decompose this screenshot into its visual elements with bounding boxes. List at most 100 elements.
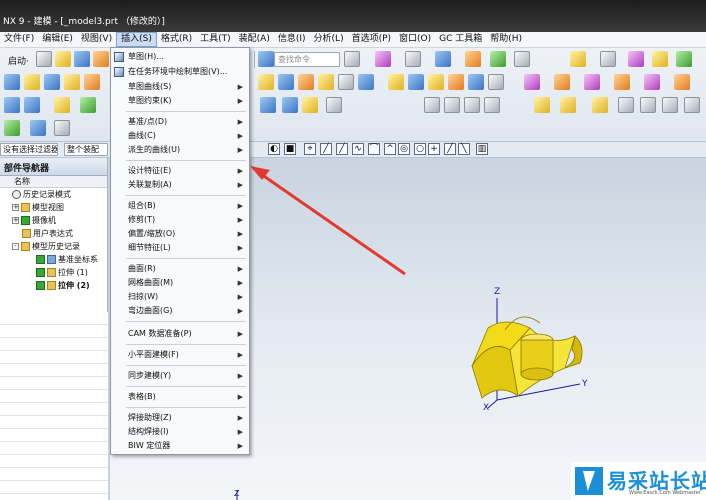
menu-edit[interactable]: 编辑(E) [38,32,77,47]
arc-icon[interactable] [640,97,656,113]
menu-item-facet-modeling[interactable]: 小平面建模(F) ▶ [111,348,249,362]
check-icon[interactable] [36,255,45,264]
extrude-icon[interactable] [24,74,40,90]
polyline-icon[interactable] [684,97,700,113]
snap-mid-icon[interactable]: ╱ [320,143,332,155]
nav-item-cameras[interactable]: + 摄像机 [0,214,107,227]
edge-blend-icon[interactable] [318,74,334,90]
datum-plane-icon[interactable] [4,97,20,113]
orient-icon[interactable] [600,51,616,67]
cut-icon[interactable] [93,51,109,67]
menu-item-detail-feature[interactable]: 细节特征(L) ▶ [111,241,249,255]
sweep-icon[interactable] [554,74,570,90]
coil-icon[interactable] [592,97,608,113]
table-feature-icon[interactable] [30,120,46,136]
snap-quadrant-icon[interactable]: ^ [384,143,396,155]
menu-tools[interactable]: 工具(T) [196,32,235,47]
menu-file[interactable]: 文件(F) [0,32,38,47]
sketch-icon[interactable] [4,74,20,90]
trim-body-icon[interactable] [448,74,464,90]
triangle-icon[interactable] [424,97,440,113]
expand-icon[interactable]: + [12,217,19,224]
nav-item-extrude-1[interactable]: 拉伸 (1) [0,266,107,279]
menu-help[interactable]: 帮助(H) [486,32,526,47]
check-geometry-icon[interactable] [676,51,692,67]
menu-item-sketch-constraint[interactable]: 草图约束(K) ▶ [111,94,249,108]
cube-icon[interactable]: ■ [284,143,296,155]
analysis-icon[interactable] [652,51,668,67]
snap-tangent-icon[interactable]: ╱ [444,143,456,155]
table-icon[interactable] [444,97,460,113]
menu-item-mesh-surface[interactable]: 网格曲面(M) ▶ [111,276,249,290]
nav-item-history-mode[interactable]: 历史记录模式 [0,188,107,201]
menu-item-synchronous-modeling[interactable]: 同步建模(Y) ▶ [111,369,249,383]
nav-item-user-expressions[interactable]: 用户表达式 [0,227,107,240]
mesh-surface-icon[interactable] [584,74,600,90]
joint-icon[interactable] [560,97,576,113]
menu-item-datum-point[interactable]: 基准/点(D) ▶ [111,115,249,129]
menu-item-design-feature[interactable]: 设计特征(E) ▶ [111,164,249,178]
render-icon[interactable]: ◐ [268,143,280,155]
selection-scope-select[interactable]: 整个装配 [64,143,108,156]
menu-item-associative-copy[interactable]: 关联复制(A) ▶ [111,178,249,192]
collapse-icon[interactable]: - [12,243,19,250]
snap-line-icon[interactable]: ╱ [336,143,348,155]
weld-icon[interactable] [534,97,550,113]
menu-item-combine[interactable]: 组合(B) ▶ [111,199,249,213]
draft-icon[interactable] [388,74,404,90]
spline-icon[interactable] [484,97,500,113]
menu-item-biw-locator[interactable]: BIW 定位器 ▶ [111,439,249,453]
snap-grid-icon[interactable]: ▥ [476,143,488,155]
start-button[interactable]: 启动· [8,54,29,67]
csys-icon[interactable] [80,97,96,113]
menu-assembly[interactable]: 装配(A) [235,32,274,47]
new-file-icon[interactable] [36,51,52,67]
point-icon[interactable] [54,97,70,113]
bounded-plane-icon[interactable] [674,74,690,90]
pattern-icon[interactable] [408,74,424,90]
nav-item-model-history[interactable]: - 模型历史记录 [0,240,107,253]
extruded-model[interactable] [471,316,583,399]
menu-item-trim[interactable]: 修剪(T) ▶ [111,213,249,227]
menu-insert[interactable]: 插入(S) [116,32,157,47]
snap-intersection-icon[interactable]: + [428,143,440,155]
datum-axis-icon[interactable] [24,97,40,113]
snap-end-icon[interactable]: ⌖ [304,143,316,155]
menu-item-sketch-in-task[interactable]: 在任务环境中绘制草图(V)... [111,65,249,79]
menu-gc-toolbox[interactable]: GC 工具箱 [435,32,486,47]
menu-item-table[interactable]: 表格(B) ▶ [111,390,249,404]
menu-view[interactable]: 视图(V) [77,32,116,47]
snap-center-icon[interactable]: ◎ [398,143,410,155]
layer-icon[interactable] [490,51,506,67]
shaded-icon[interactable] [435,51,451,67]
unite-icon[interactable] [258,74,274,90]
split-body-icon[interactable] [468,74,484,90]
snap-point-on-curve-icon[interactable]: ╲ [458,143,470,155]
check-icon[interactable] [36,268,45,277]
feature-check-icon[interactable] [4,120,20,136]
menu-item-curve[interactable]: 曲线(C) ▶ [111,129,249,143]
color-box-icon[interactable] [514,51,530,67]
hole-icon[interactable] [64,74,80,90]
menu-item-surface[interactable]: 曲面(R) ▶ [111,262,249,276]
sew-icon[interactable] [326,97,342,113]
surface-icon[interactable] [524,74,540,90]
menu-item-cam-data-prep[interactable]: CAM 数据准备(P) ▶ [111,327,249,341]
snap-existing-icon[interactable]: ○ [414,143,426,155]
snap-point-icon[interactable] [375,51,391,67]
command-search-input[interactable]: 查找命令 [274,52,340,67]
nav-item-model-views[interactable]: + 模型视图 [0,201,107,214]
menu-item-derived-curve[interactable]: 派生的曲线(U) ▶ [111,143,249,157]
chamfer-icon[interactable] [338,74,354,90]
torus-icon[interactable] [302,97,318,113]
menu-window[interactable]: 窗口(O) [395,32,435,47]
circle-tool-icon[interactable] [662,97,678,113]
wcs-icon[interactable] [570,51,586,67]
find-icon[interactable] [344,51,360,67]
menu-information[interactable]: 信息(I) [274,32,310,47]
open-file-icon[interactable] [55,51,71,67]
menu-format[interactable]: 格式(R) [157,32,196,47]
through-curves-icon[interactable] [614,74,630,90]
studio-surface-icon[interactable] [644,74,660,90]
menu-item-sweep[interactable]: 扫掠(W) ▶ [111,290,249,304]
